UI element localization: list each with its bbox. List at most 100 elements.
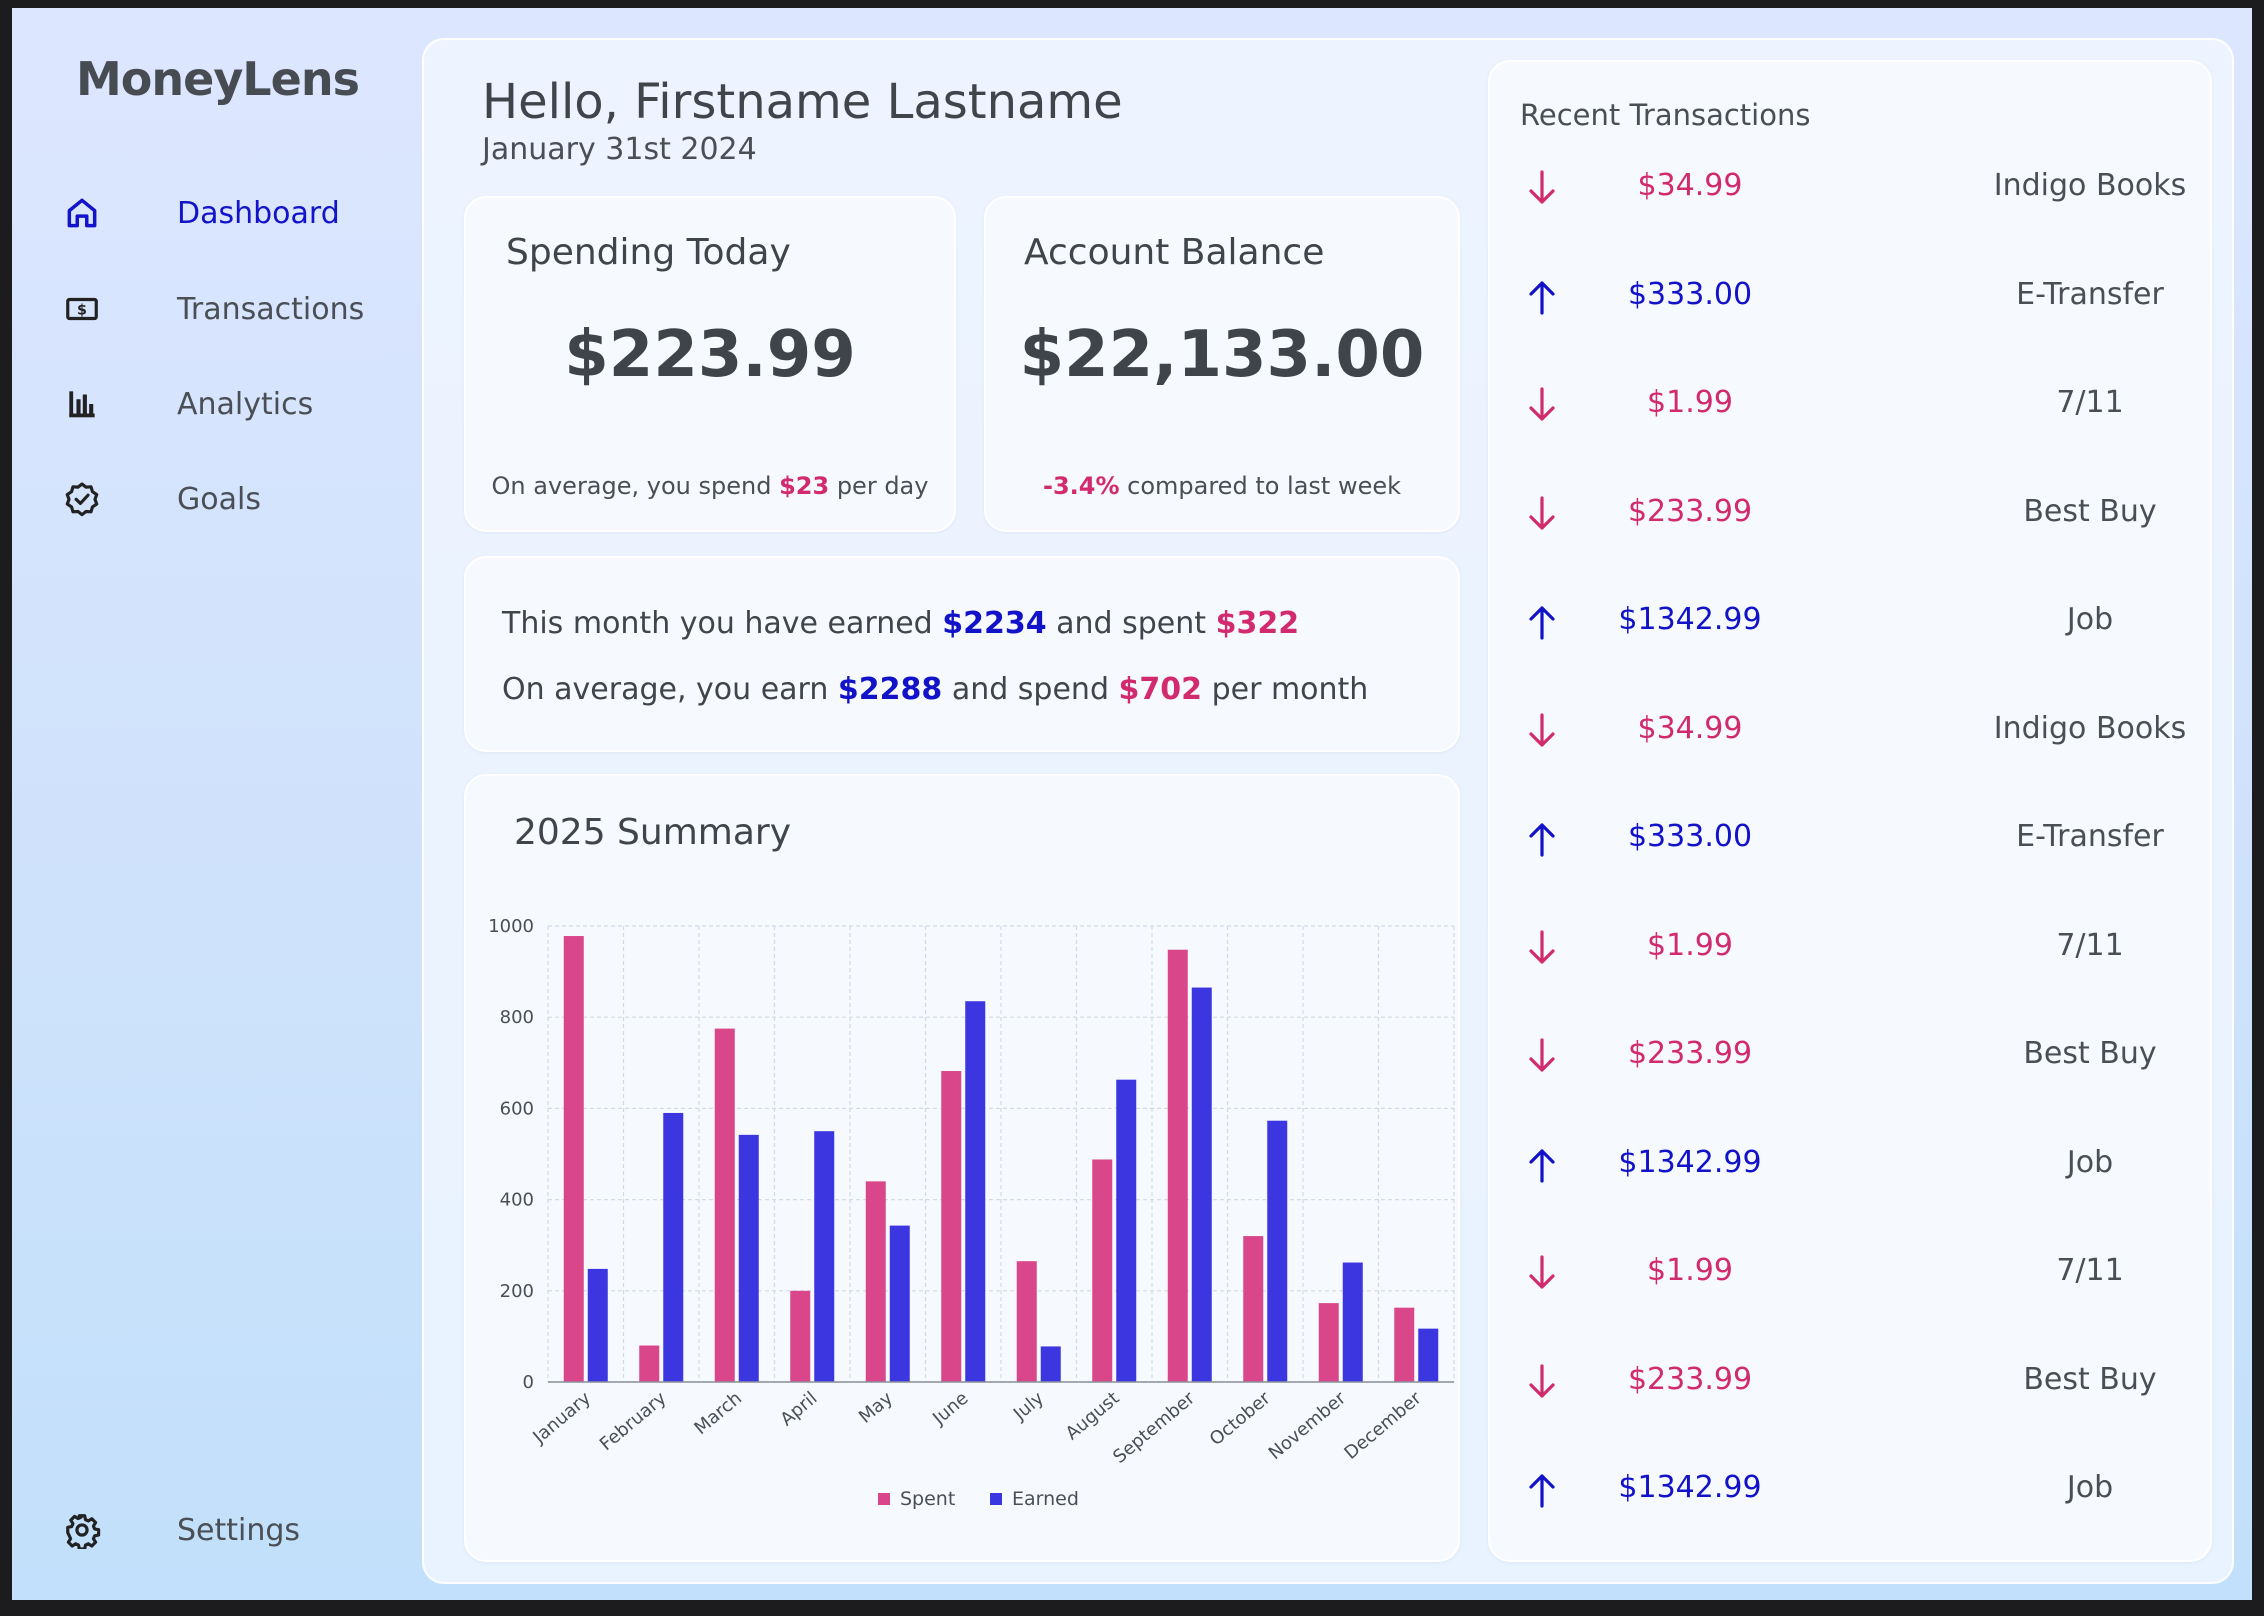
bar-spent [790,1290,811,1382]
arrow-down-icon [1529,387,1555,421]
brand-logo: MoneyLens [76,52,360,106]
y-tick-label: 0 [523,1372,534,1393]
x-tick-label: March [690,1388,746,1439]
badge-check-icon [62,479,102,519]
greeting-heading: Hello, Firstname Lastname [482,74,1123,130]
transaction-amount: $1342.99 [1618,1470,1762,1505]
bar-earned [1116,1079,1137,1382]
bar-spent [1167,949,1188,1382]
y-tick-label: 1000 [488,916,534,937]
card-title: Account Balance [1024,232,1325,273]
arrow-down-icon [1529,929,1555,964]
transaction-row[interactable]: $1342.99 Job [1490,592,2210,652]
current-date: January 31st 2024 [482,132,757,167]
spending-average-note: On average, you spend $23 per day [466,472,954,500]
bar-earned [1191,987,1212,1382]
transaction-row[interactable]: $1.99 7/11 [1490,375,2210,435]
transaction-amount: $233.99 [1627,1036,1753,1071]
arrow-down-icon [1529,1038,1555,1072]
note-text: On average, you spend [491,472,780,500]
transaction-merchant: E-Transfer [2016,819,2164,854]
arrow-up-icon [1529,1474,1555,1508]
dollar-bill-icon: $ [62,289,102,329]
bar-earned [1418,1328,1439,1382]
bar-spent [563,936,584,1382]
summary-chart-card: 2025 Summary 0 200 400 600 800 1000 January Feb… [464,774,1460,1562]
bar-spent [1092,1159,1113,1382]
bar-chart-icon [62,384,102,424]
arrow-up-icon [1529,823,1555,857]
balance-change-percent: -3.4% [1042,472,1120,500]
transaction-row[interactable]: $1342.99 Job [1490,1135,2210,1195]
sidebar-item-label: Goals [177,481,261,517]
avg-spent-value: $702 [1118,672,1203,707]
transaction-row[interactable]: $1.99 7/11 [1490,1243,2210,1303]
transaction-amount: $233.99 [1627,493,1753,529]
transaction-row[interactable]: $233.99 Best Buy [1490,1026,2210,1086]
note-text: compared to last week [1119,472,1402,500]
bar-earned [965,1001,986,1382]
bar-spent [1318,1303,1339,1382]
transaction-row[interactable]: $333.00 E-Transfer [1490,267,2210,327]
transaction-row[interactable]: $1.99 7/11 [1490,918,2210,978]
transaction-row[interactable]: $34.99 Indigo Books [1490,701,2210,761]
bar-earned [1342,1262,1363,1382]
transaction-amount: $34.99 [1637,710,1743,746]
sidebar-item-label: Settings [177,1512,301,1548]
x-tick-label: August [1062,1388,1124,1445]
transaction-merchant: Job [2066,602,2114,637]
bar-earned [1267,1120,1288,1382]
transaction-amount: $1342.99 [1618,602,1762,637]
transaction-row[interactable]: $34.99 Indigo Books [1490,158,2210,218]
app-window: MoneyLens Dashboard $ Transactions Analy… [12,8,2252,1600]
arrow-down-icon [1529,1255,1555,1289]
bar-spent [1016,1261,1037,1382]
bar-earned [1040,1346,1061,1382]
bar-spent [1394,1307,1415,1382]
sidebar-item-analytics[interactable]: Analytics [12,369,412,439]
transaction-amount: $1.99 [1647,927,1733,963]
transaction-row[interactable]: $1342.99 Job [1490,1460,2210,1520]
sidebar-item-goals[interactable]: Goals [12,464,412,534]
arrow-down-icon [1529,712,1555,747]
transaction-merchant: 7/11 [2056,385,2124,420]
transaction-merchant: Best Buy [2023,1036,2157,1071]
sidebar-item-label: Transactions [177,291,365,327]
line-text: per month [1202,672,1369,707]
bar-spent [941,1071,962,1382]
sidebar-item-dashboard[interactable]: Dashboard [12,178,412,248]
x-tick-label: October [1206,1387,1275,1450]
legend-swatch [990,1493,1002,1505]
bar-spent [1243,1236,1264,1382]
x-tick-label: April [776,1388,821,1431]
transaction-merchant: Indigo Books [1993,168,2187,203]
legend-label: Earned [1012,1488,1079,1510]
arrow-down-icon [1529,1363,1555,1398]
bar-earned [889,1225,910,1382]
transaction-merchant: Job [2066,1470,2114,1505]
monthly-average-line: On average, you earn $2288 and spend $70… [502,672,1368,707]
bar-spent [714,1028,735,1382]
sidebar-item-transactions[interactable]: $ Transactions [12,274,412,344]
sidebar-item-settings[interactable]: Settings [12,1495,412,1565]
bar-earned [663,1112,684,1382]
spending-today-amount: $223.99 [564,318,856,392]
monthly-summary-card: This month you have earned $2234 and spe… [464,556,1460,752]
x-tick-label: December [1340,1387,1425,1463]
transaction-merchant: Job [2066,1144,2114,1180]
transaction-merchant: Best Buy [2023,493,2157,529]
x-tick-label: May [855,1388,897,1428]
transaction-row[interactable]: $333.00 E-Transfer [1490,809,2210,869]
x-tick-label: November [1265,1387,1351,1464]
transaction-row[interactable]: $233.99 Best Buy [1490,1352,2210,1412]
arrow-down-icon [1529,495,1555,530]
bar-earned [738,1134,759,1382]
y-tick-label: 400 [500,1190,534,1211]
bar-spent [865,1181,886,1382]
note-text: per day [829,472,929,500]
bar-earned [814,1131,835,1382]
transaction-row[interactable]: $233.99 Best Buy [1490,484,2210,544]
gear-icon [62,1510,102,1550]
month-earned-value: $2234 [942,606,1047,641]
transaction-merchant: Indigo Books [1993,710,2187,746]
